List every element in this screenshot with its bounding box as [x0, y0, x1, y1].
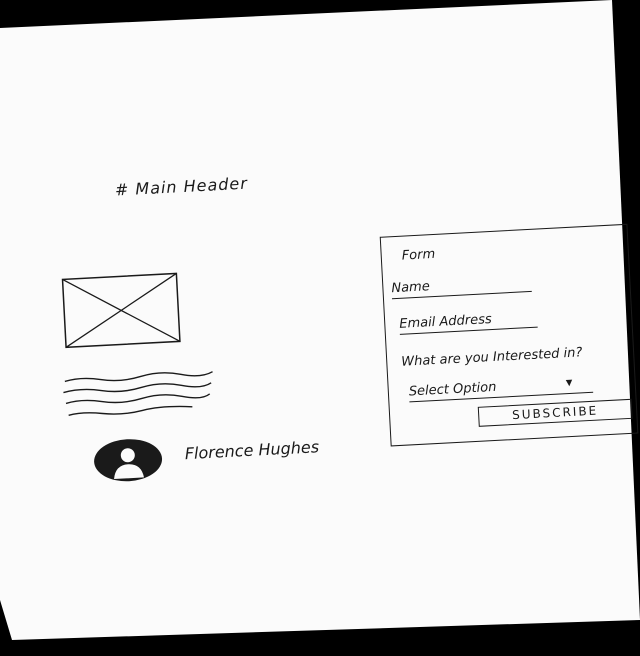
text-line — [63, 382, 212, 394]
form-title: Form — [401, 246, 436, 264]
subscribe-button[interactable]: SUBSCRIBE — [477, 398, 633, 427]
body-text-lines — [61, 367, 219, 425]
subscribe-form: Form Name Email Address What are you Int… — [379, 223, 639, 447]
email-field[interactable]: Email Address — [398, 309, 538, 335]
wireframe-sketch: # Main Header Florence Hughes Form Name … — [0, 0, 640, 656]
text-line — [68, 405, 193, 416]
author-name: Florence Hughes — [184, 437, 320, 464]
interest-select[interactable]: Select Option ▼ — [408, 374, 594, 403]
image-placeholder — [61, 272, 181, 349]
email-field-label: Email Address — [398, 312, 493, 332]
user-avatar-icon — [94, 439, 163, 482]
name-field-label: Name — [391, 279, 431, 297]
avatar — [92, 436, 164, 484]
caret-down-icon: ▼ — [563, 375, 575, 390]
interest-label: What are you Interested in? — [400, 345, 583, 370]
text-line — [65, 393, 211, 405]
select-label: Select Option — [408, 379, 497, 400]
image-placeholder-icon — [61, 272, 181, 349]
main-header: # Main Header — [114, 173, 249, 200]
text-line — [64, 371, 213, 383]
name-field[interactable]: Name — [391, 273, 532, 300]
